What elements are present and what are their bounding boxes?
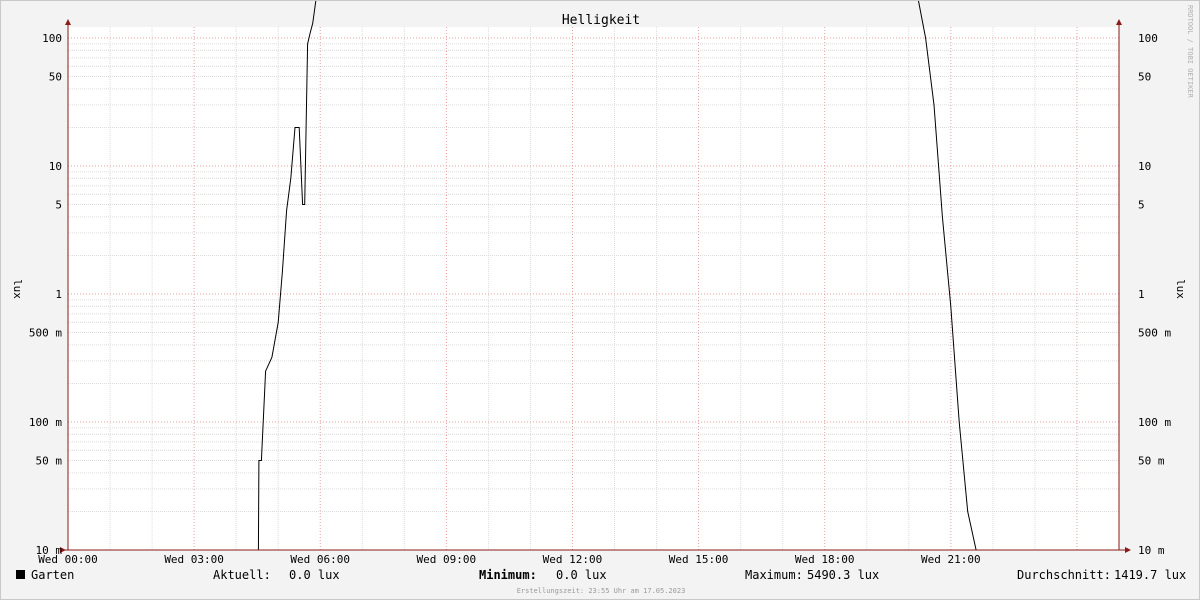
- y-tick-label: 50: [1138, 71, 1151, 84]
- legend-maximum-value: 5490.3 lux: [807, 568, 879, 582]
- x-tick-label: Wed 09:00: [417, 553, 477, 566]
- legend-series-name: Garten: [31, 568, 74, 582]
- legend-avg-label: Durchschnitt:: [1017, 568, 1111, 582]
- y-tick-label: 100 m: [1138, 416, 1171, 429]
- legend-maximum-label: Maximum:: [745, 568, 803, 582]
- y-tick-label: 500 m: [29, 327, 62, 340]
- x-tick-label: Wed 12:00: [543, 553, 603, 566]
- y-tick-label: 10: [1138, 160, 1151, 173]
- legend-aktuell-value: 0.0 lux: [289, 568, 340, 582]
- y-tick-label: 10: [49, 160, 62, 173]
- brightness-chart: 10 m 50 m 100 m 500 m 1 5 10 50 100 10 m 50 m 100 …: [11, 1, 1194, 595]
- legend-minimum-value: 0.0 lux: [556, 568, 607, 582]
- chart-title: Helligkeit: [562, 13, 640, 28]
- footer-timestamp: Erstellungszeit: 23:55 Uhr am 17.05.2023: [517, 587, 686, 595]
- watermark: RRDTOOL / TOBI OETIKER: [1186, 5, 1194, 99]
- y-tick-label: 50: [49, 71, 62, 84]
- legend-swatch-garten: [16, 570, 25, 579]
- y-tick-label: 50 m: [1138, 455, 1165, 468]
- x-tick-label: Wed 18:00: [795, 553, 855, 566]
- y-tick-label: 500 m: [1138, 327, 1171, 340]
- y-tick-labels-left: 10 m50 m100 m500 m151050100: [29, 32, 62, 557]
- y-tick-label: 50 m: [36, 455, 63, 468]
- x-tick-label: Wed 06:00: [290, 553, 350, 566]
- x-tick-label: Wed 21:00: [921, 553, 981, 566]
- x-tick-label: Wed 00:00: [38, 553, 98, 566]
- y-tick-label: 100 m: [29, 416, 62, 429]
- y-tick-label: 100: [42, 32, 62, 45]
- y-tick-label: 100: [1138, 32, 1158, 45]
- legend-minimum-label: Minimum:: [479, 568, 537, 582]
- x-tick-labels: Wed 00:00 Wed 03:00 Wed 06:00 Wed 09:00 Wed …: [38, 553, 980, 566]
- y-axis-label-right: lux: [1174, 279, 1187, 299]
- y-tick-label: 5: [55, 199, 62, 212]
- y-tick-label: 1: [55, 288, 62, 301]
- y-tick-label: 5: [1138, 199, 1145, 212]
- x-axis-arrow: [1125, 547, 1131, 553]
- y-tick-labels-right: 10 m 50 m 100 m 500 m 1 5 10 50 100: [1138, 32, 1171, 557]
- y-tick-label: 10 m: [1138, 544, 1165, 557]
- y-axis-arrow-right: [1116, 19, 1122, 25]
- x-tick-label: Wed 15:00: [669, 553, 729, 566]
- y-axis-label-left: lux: [11, 279, 24, 299]
- x-tick-label: Wed 03:00: [164, 553, 224, 566]
- legend-aktuell-label: Aktuell:: [213, 568, 271, 582]
- y-axis-arrow-left: [65, 19, 71, 25]
- legend-avg-value: 1419.7 lux: [1114, 568, 1186, 582]
- chart-frame: 10 m 50 m 100 m 500 m 1 5 10 50 100 10 m 50 m 100 …: [0, 0, 1200, 600]
- y-tick-label: 1: [1138, 288, 1145, 301]
- plot-area: [68, 27, 1119, 550]
